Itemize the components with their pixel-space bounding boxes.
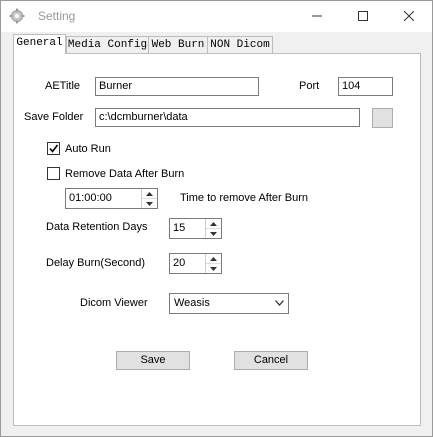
delay-spinner[interactable]: [205, 254, 221, 273]
delay-burn-stepper[interactable]: 20: [169, 253, 222, 274]
retention-days-stepper[interactable]: 15: [169, 218, 222, 239]
close-button[interactable]: [386, 1, 432, 32]
gear-icon: [9, 8, 25, 24]
delay-burn-value: 20: [173, 257, 186, 269]
retention-up-button[interactable]: [206, 219, 221, 229]
save-folder-label: Save Folder: [24, 111, 84, 123]
auto-run-label: Auto Run: [65, 143, 111, 155]
tab-non-dicom[interactable]: NON Dicom: [207, 36, 273, 53]
remove-time-value: 01:00:00: [69, 192, 112, 204]
auto-run-checkbox[interactable]: [47, 142, 60, 155]
maximize-button[interactable]: [340, 1, 386, 32]
dicom-viewer-value: Weasis: [174, 297, 210, 309]
delay-up-button[interactable]: [206, 254, 221, 264]
aetitle-label: AETitle: [45, 80, 81, 92]
checkmark-icon: [49, 144, 59, 153]
retention-label: Data Retention Days: [46, 221, 148, 233]
port-label: Port: [299, 80, 320, 92]
delay-down-button[interactable]: [206, 264, 221, 273]
chevron-down-icon: [210, 266, 217, 271]
minimize-icon: [312, 15, 322, 17]
title-bar: Setting: [1, 1, 432, 32]
chevron-up-icon: [146, 191, 153, 196]
save-button[interactable]: Save: [116, 351, 190, 370]
cancel-button[interactable]: Cancel: [234, 351, 308, 370]
tab-general[interactable]: General: [13, 34, 66, 54]
minimize-button[interactable]: [294, 1, 340, 32]
window-title: Setting: [38, 9, 76, 23]
remove-data-label: Remove Data After Burn: [65, 168, 185, 180]
delay-burn-label: Delay Burn(Second): [46, 257, 146, 269]
chevron-up-icon: [210, 256, 217, 261]
browse-folder-button[interactable]: [372, 108, 393, 128]
time-spinner[interactable]: [141, 189, 157, 208]
save-folder-input[interactable]: c:\dcmburner\data: [95, 108, 360, 127]
settings-window: Setting General Media Config Web Burn NO…: [0, 0, 433, 437]
chevron-down-icon: [146, 201, 153, 206]
remove-time-picker[interactable]: 01:00:00: [65, 188, 158, 209]
port-input[interactable]: 104: [338, 77, 393, 96]
chevron-up-icon: [210, 221, 217, 226]
remove-data-checkbox[interactable]: [47, 167, 60, 180]
retention-down-button[interactable]: [206, 229, 221, 238]
tab-media-config[interactable]: Media Config: [66, 36, 149, 53]
time-down-button[interactable]: [142, 199, 157, 208]
chevron-down-icon: [275, 300, 284, 306]
tab-web-burn[interactable]: Web Burn: [148, 36, 208, 53]
aetitle-input[interactable]: Burner: [95, 77, 259, 96]
chevron-down-icon: [210, 231, 217, 236]
retention-spinner[interactable]: [205, 219, 221, 238]
dicom-viewer-label: Dicom Viewer: [80, 297, 148, 309]
remove-time-label: Time to remove After Burn: [180, 192, 308, 204]
maximize-icon: [358, 11, 368, 21]
time-up-button[interactable]: [142, 189, 157, 199]
dicom-viewer-select[interactable]: Weasis: [169, 293, 289, 314]
close-icon: [403, 10, 415, 22]
general-tab-panel: AETitle Burner Port 104 Save Folder c:\d…: [13, 53, 421, 426]
retention-days-value: 15: [173, 222, 186, 234]
